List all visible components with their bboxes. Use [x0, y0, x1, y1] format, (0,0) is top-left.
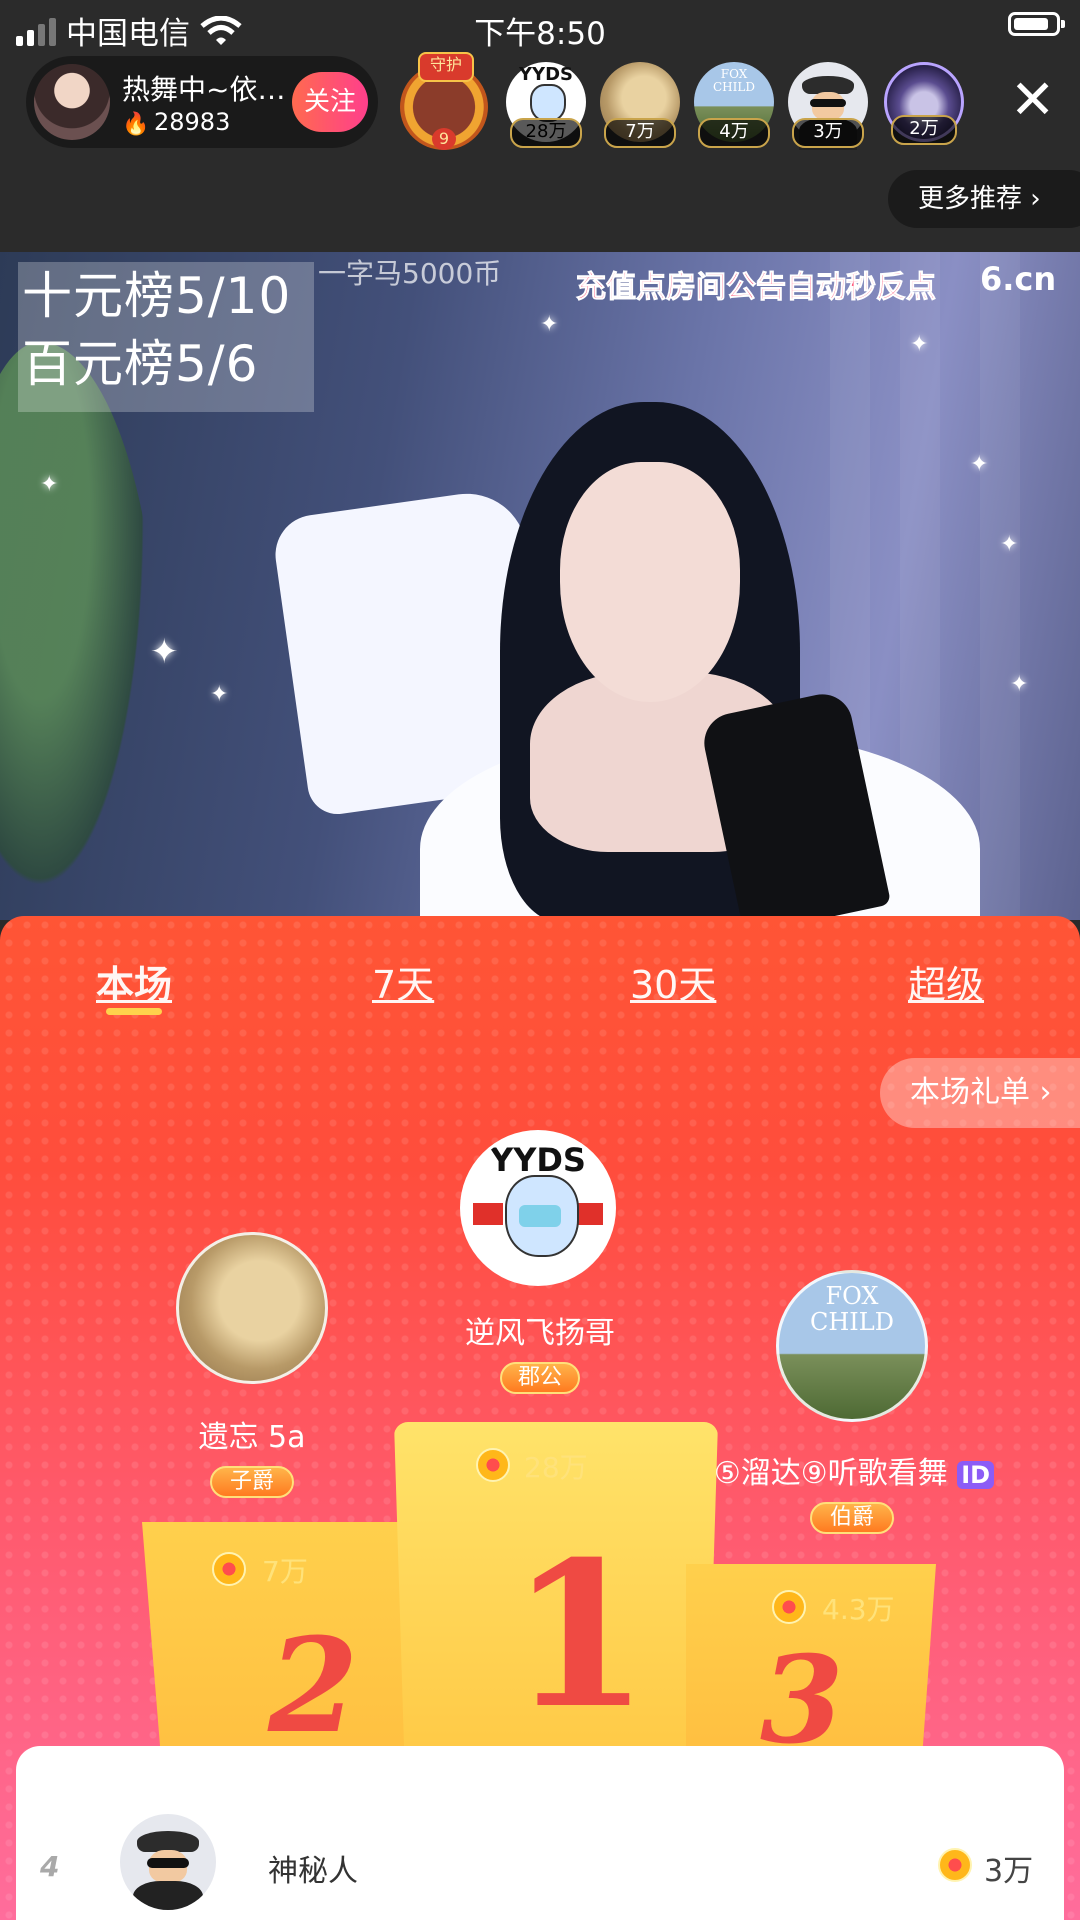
second-place-amount: 7万 [262, 1555, 308, 1588]
chevron-right-icon: › [1039, 1075, 1052, 1110]
viewer-amount: 4万 [698, 118, 770, 148]
battery-icon [1008, 12, 1065, 36]
host-name: 热舞中~依… [122, 73, 286, 106]
list-name: 神秘人 [268, 1854, 358, 1889]
viewer-amount: 3万 [792, 118, 864, 148]
ranking-panel: 本场 7天 30天 超级 本场礼单 › YYDS 逆风飞扬哥 郡公 28万 1 … [0, 916, 1080, 1920]
top-viewer-4[interactable]: 3万 [788, 62, 868, 150]
sparkle-icon: ✦ [1000, 532, 1019, 557]
top-viewer-1[interactable]: YYDS 28万 [506, 62, 586, 148]
guard-level: 9 [432, 128, 456, 150]
board-line-1: 十元榜5/10 [22, 267, 292, 325]
third-place-amount: 4.3万 [822, 1593, 895, 1626]
list-amount: 3万 [984, 1854, 1034, 1889]
sparkle-icon: ✦ [910, 332, 929, 357]
third-place-name-row: ⑤溜达⑨听歌看舞 ID [694, 1448, 1014, 1492]
streamer-face [560, 462, 740, 702]
coin-icon [772, 1590, 806, 1624]
site-logo: 6.cn [980, 260, 1057, 298]
top-viewer-5[interactable]: 2万 [884, 62, 964, 145]
viewer-amount: 28万 [510, 118, 582, 148]
rank-board-overlay: 十元榜5/10 百元榜5/6 [18, 262, 314, 412]
follow-button[interactable]: 关注 [292, 72, 368, 132]
host-heat: 28983 [154, 108, 231, 136]
third-place-name: ⑤溜达⑨听歌看舞 [713, 1456, 948, 1491]
top-viewer-2[interactable]: 7万 [600, 62, 680, 148]
fire-icon: 🔥 [122, 112, 150, 137]
coin-icon [212, 1552, 246, 1586]
status-bar: 中国电信 下午8:50 [0, 0, 1080, 52]
chevron-right-icon: › [1030, 184, 1041, 214]
more-label: 更多推荐 [918, 184, 1023, 214]
ranking-list: 4 神秘人 3万 [16, 1746, 1064, 1920]
viewer-amount: 2万 [891, 115, 957, 145]
tab-7-days[interactable]: 7天 [372, 954, 434, 1009]
rank-2-label: 2 [268, 1609, 359, 1762]
list-rank: 4 [40, 1850, 60, 1883]
room-notice: 充值点房间公告自动秒反点 [576, 270, 937, 306]
more-recommend-button[interactable]: 更多推荐 › [888, 170, 1080, 228]
first-place-avatar[interactable]: YYDS [460, 1130, 616, 1286]
gift-list-label: 本场礼单 [910, 1075, 1030, 1110]
second-place-badge: 子爵 [210, 1466, 294, 1498]
first-place-amount: 28万 [524, 1451, 588, 1484]
top-viewer-3[interactable]: FOX CHILD 4万 [694, 62, 774, 148]
board-line-2: 百元榜5/6 [22, 335, 259, 393]
first-place-name: 逆风飞扬哥 [465, 1316, 615, 1351]
guard-badge[interactable]: 守护 9 [392, 52, 496, 152]
third-place-avatar[interactable]: FOX CHILD [776, 1270, 928, 1422]
live-top-bar: 热舞中~依… 🔥 28983 关注 守护 9 YYDS 28万 7万 FOX CH… [0, 52, 1080, 252]
price-note: 一字马5000币 [318, 257, 502, 290]
tab-this-show[interactable]: 本场 [96, 954, 172, 1009]
plant-decoration [0, 342, 160, 920]
third-place-badge: 伯爵 [810, 1502, 894, 1534]
second-place-name: 遗忘 5a [198, 1420, 306, 1455]
coin-icon [938, 1848, 972, 1882]
live-video[interactable]: ✦ ✦ ✦ ✦ ✦ ✦ ✦ ✦ 十元榜5/10 百元榜5/6 一字马5000币 … [0, 252, 1080, 920]
sparkle-icon: ✦ [970, 452, 989, 477]
clock: 下午8:50 [474, 16, 606, 52]
second-place-avatar[interactable] [176, 1232, 328, 1384]
active-tab-indicator [106, 1008, 162, 1015]
host-info[interactable]: 热舞中~依… 🔥 28983 关注 [26, 56, 378, 148]
sparkle-icon: ✦ [40, 472, 59, 497]
gift-list-button[interactable]: 本场礼单 › [880, 1058, 1080, 1128]
sparkle-icon: ✦ [150, 632, 179, 672]
tab-30-days[interactable]: 30天 [630, 954, 716, 1009]
sparkle-icon: ✦ [540, 312, 559, 337]
rank-1-label: 1 [510, 1518, 650, 1753]
id-badge-icon: ID [957, 1461, 995, 1489]
tab-super[interactable]: 超级 [908, 954, 984, 1009]
sparkle-icon: ✦ [210, 682, 229, 707]
host-avatar[interactable] [34, 64, 110, 140]
first-place-badge: 郡公 [500, 1362, 580, 1394]
coin-icon [476, 1448, 510, 1482]
guard-tag: 守护 [418, 52, 474, 82]
list-avatar[interactable] [120, 1814, 216, 1910]
close-icon[interactable]: ✕ [1010, 70, 1055, 130]
viewer-amount: 7万 [604, 118, 676, 148]
sparkle-icon: ✦ [1010, 672, 1029, 697]
